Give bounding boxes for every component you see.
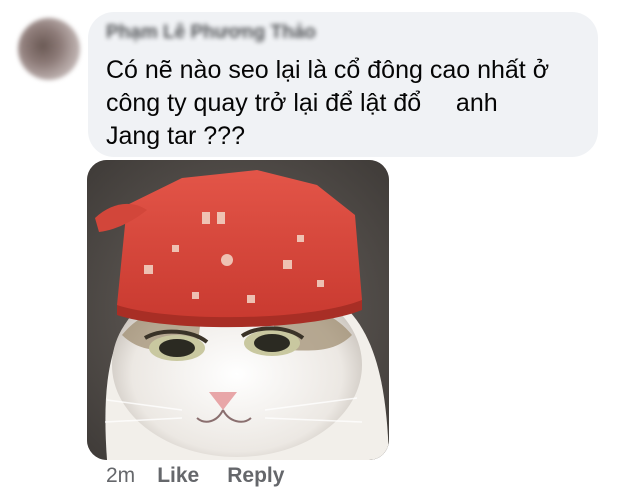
comment-actions: 2m Like Reply	[106, 462, 312, 490]
comment-text-line: Có nẽ nào seo lại là cổ đông cao nhất ở	[106, 56, 550, 84]
like-button[interactable]: Like	[157, 464, 199, 488]
author-name[interactable]: Phạm Lê Phương Thảo	[106, 22, 316, 44]
comment-text-line: Jang tar ???	[106, 122, 245, 150]
comment-text-line: công ty quay trở lại để lật đổ anh	[106, 89, 498, 117]
avatar[interactable]	[18, 18, 80, 80]
comment-container: Phạm Lê Phương Thảo Có nẽ nào seo lại là…	[0, 0, 620, 491]
comment-timestamp[interactable]: 2m	[106, 464, 135, 488]
comment-bubble: Phạm Lê Phương Thảo Có nẽ nào seo lại là…	[88, 12, 598, 157]
attached-image[interactable]	[87, 160, 389, 460]
reply-button[interactable]: Reply	[227, 464, 284, 488]
comment-text: Có nẽ nào seo lại là cổ đông cao nhất ở …	[106, 54, 586, 153]
